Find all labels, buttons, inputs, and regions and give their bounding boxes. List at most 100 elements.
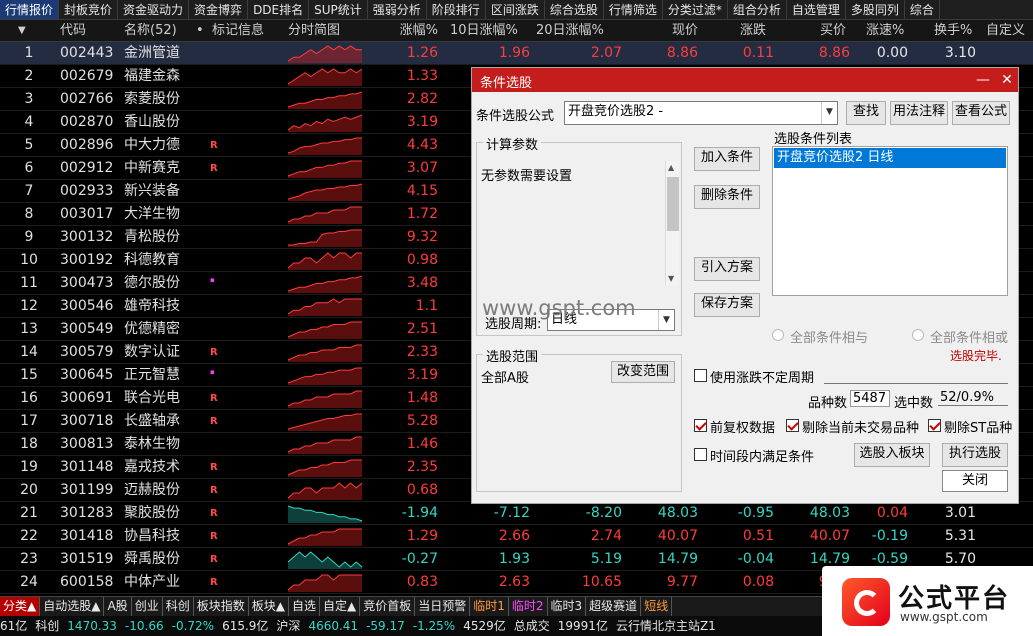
- menu-item-9[interactable]: 综合选股: [545, 0, 604, 19]
- col-name[interactable]: 名称(52): [124, 20, 177, 42]
- table-row[interactable]: 21 301283 聚胶股份 -1.94 -7.12 -8.20 48.03 -0.95 48.…: [0, 502, 1033, 525]
- col-code[interactable]: 代码: [60, 20, 86, 42]
- scroll-thumb[interactable]: [667, 177, 679, 231]
- menu-item-5[interactable]: SUP统计: [309, 0, 368, 19]
- bottom-tab-8[interactable]: 自定▲: [320, 597, 361, 616]
- menu-item-15[interactable]: 综合: [905, 0, 940, 19]
- col-price[interactable]: 现价: [640, 20, 698, 42]
- bottom-tab-12[interactable]: 临时2: [509, 597, 548, 616]
- menu-item-13[interactable]: 自选管理: [787, 0, 846, 19]
- bottom-tab-15[interactable]: 短线: [641, 597, 673, 616]
- col-turnover[interactable]: 换手%: [934, 20, 972, 42]
- menu-item-12[interactable]: 组合分析: [728, 0, 787, 19]
- or-radio[interactable]: [912, 329, 924, 341]
- usage-notes-button[interactable]: 用法注释: [890, 101, 948, 125]
- menu-item-14[interactable]: 多股同列: [846, 0, 905, 19]
- to-block-button[interactable]: 选股入板块: [854, 443, 930, 467]
- sparkline-area: [288, 483, 362, 500]
- bottom-tab-0[interactable]: 分类▲: [0, 597, 41, 616]
- bottom-tab-11[interactable]: 临时1: [470, 597, 509, 616]
- stock-name: 泰林生物: [124, 436, 180, 452]
- col-sparkline[interactable]: 分时简图: [288, 20, 340, 42]
- formula-select[interactable]: 开盘竞价选股2 - ▼: [564, 101, 838, 125]
- col-speed[interactable]: 涨速%: [866, 20, 904, 42]
- bottom-tab-2[interactable]: A股: [104, 597, 132, 616]
- import-plan-button[interactable]: 引入方案: [694, 257, 760, 281]
- add-condition-button[interactable]: 加入条件: [694, 147, 760, 171]
- change-pct: 3.19: [406, 114, 438, 130]
- change-scope-button[interactable]: 改变范围: [611, 361, 675, 383]
- mark-badge: [210, 433, 230, 456]
- sort-arrow-icon[interactable]: ▼: [18, 20, 26, 42]
- limit-period-input[interactable]: [824, 368, 1008, 384]
- change-pct: 5.28: [406, 413, 438, 429]
- menu-item-7[interactable]: 阶段排行: [427, 0, 486, 19]
- menu-item-2[interactable]: 资金驱动力: [118, 0, 190, 19]
- status-item: 科创: [35, 619, 60, 633]
- minimize-icon[interactable]: —: [972, 69, 994, 91]
- table-row[interactable]: 22 301418 协昌科技 1.29 2.66 2.74 40.07 0.51 40.07 -0…: [0, 525, 1033, 548]
- price-diff: -0.04: [737, 551, 774, 567]
- prior-adjust-checkbox[interactable]: [694, 419, 707, 432]
- bottom-tab-3[interactable]: 创业: [132, 597, 163, 616]
- col-10d-change[interactable]: 10日涨幅%: [450, 20, 518, 42]
- stock-name: 舜禹股份: [124, 551, 180, 567]
- close-button[interactable]: 关闭: [942, 470, 1008, 492]
- chevron-down-icon[interactable]: ▼: [658, 310, 674, 330]
- bottom-tab-9[interactable]: 竞价首板: [360, 597, 416, 616]
- mark-badge: R: [210, 462, 218, 473]
- bottom-tab-13[interactable]: 临时3: [548, 597, 587, 616]
- row-index: 11: [20, 275, 38, 291]
- delete-condition-button[interactable]: 删除条件: [694, 185, 760, 209]
- save-plan-button[interactable]: 保存方案: [694, 293, 760, 317]
- and-radio[interactable]: [772, 329, 784, 341]
- bottom-tab-7[interactable]: 自选: [289, 597, 320, 616]
- find-button[interactable]: 查找: [846, 101, 886, 125]
- close-icon[interactable]: ✕: [996, 69, 1018, 91]
- condition-list-item[interactable]: 开盘竞价选股2 日线: [774, 148, 1006, 168]
- view-formula-button[interactable]: 查看公式: [952, 101, 1010, 125]
- col-change-pct[interactable]: 涨幅%: [390, 20, 438, 42]
- turnover-pct: 3.01: [944, 505, 976, 521]
- col-mark[interactable]: 标记信息: [212, 20, 264, 42]
- sparkline-chart: [287, 137, 362, 155]
- mark-badge: R: [210, 508, 218, 519]
- bottom-tab-6[interactable]: 板块▲: [249, 597, 289, 616]
- status-item: 61亿: [0, 619, 28, 633]
- chevron-down-icon[interactable]: ▼: [821, 102, 837, 124]
- menu-item-3[interactable]: 资金博弈: [189, 0, 249, 19]
- turnover-pct: 5.31: [944, 528, 976, 544]
- exclude-st-checkbox[interactable]: [928, 419, 941, 432]
- menu-item-1[interactable]: 封板竞价: [59, 0, 119, 19]
- table-row[interactable]: 1 002443 金洲管道 1.26 1.96 2.07 8.86 0.11 8.86 0.00 3…: [0, 42, 1033, 65]
- col-dot[interactable]: •: [196, 20, 204, 42]
- menu-item-6[interactable]: 强弱分析: [368, 0, 427, 19]
- scroll-up-icon[interactable]: ▲: [668, 163, 674, 172]
- use-limit-checkbox[interactable]: [694, 369, 707, 382]
- price-diff: 0.51: [742, 528, 774, 544]
- bottom-tab-5[interactable]: 板块指数: [194, 597, 249, 616]
- time-range-checkbox[interactable]: [694, 448, 707, 461]
- col-diff[interactable]: 涨跌: [740, 20, 766, 42]
- mark-badge: [210, 65, 230, 88]
- menu-item-4[interactable]: DDE排名: [248, 0, 310, 19]
- stock-code: 300813: [60, 436, 114, 452]
- condition-list[interactable]: 开盘竞价选股2 日线: [772, 146, 1008, 296]
- execute-button[interactable]: 执行选股: [942, 443, 1008, 467]
- bottom-tab-4[interactable]: 科创: [163, 597, 194, 616]
- menu-item-8[interactable]: 区间涨跌: [486, 0, 545, 19]
- bottom-tab-1[interactable]: 自动选股▲: [40, 597, 105, 616]
- scroll-down-icon[interactable]: ▼: [668, 274, 674, 283]
- bottom-tab-14[interactable]: 超级赛道: [586, 597, 642, 616]
- menu-item-0[interactable]: 行情报价: [0, 0, 60, 19]
- bottom-tab-10[interactable]: 当日预警: [415, 597, 471, 616]
- col-bid[interactable]: 买价: [820, 20, 846, 42]
- col-custom[interactable]: 自定义: [986, 20, 1025, 42]
- change-pct: 3.48: [406, 275, 438, 291]
- exclude-untraded-checkbox[interactable]: [786, 419, 799, 432]
- params-scrollbar[interactable]: ▲ ▼: [665, 161, 679, 285]
- mark-badge: [210, 180, 230, 203]
- col-20d-change[interactable]: 20日涨幅%: [536, 20, 604, 42]
- menu-item-10[interactable]: 行情筛选: [604, 0, 663, 19]
- menu-item-11[interactable]: 分类过滤*: [663, 0, 728, 19]
